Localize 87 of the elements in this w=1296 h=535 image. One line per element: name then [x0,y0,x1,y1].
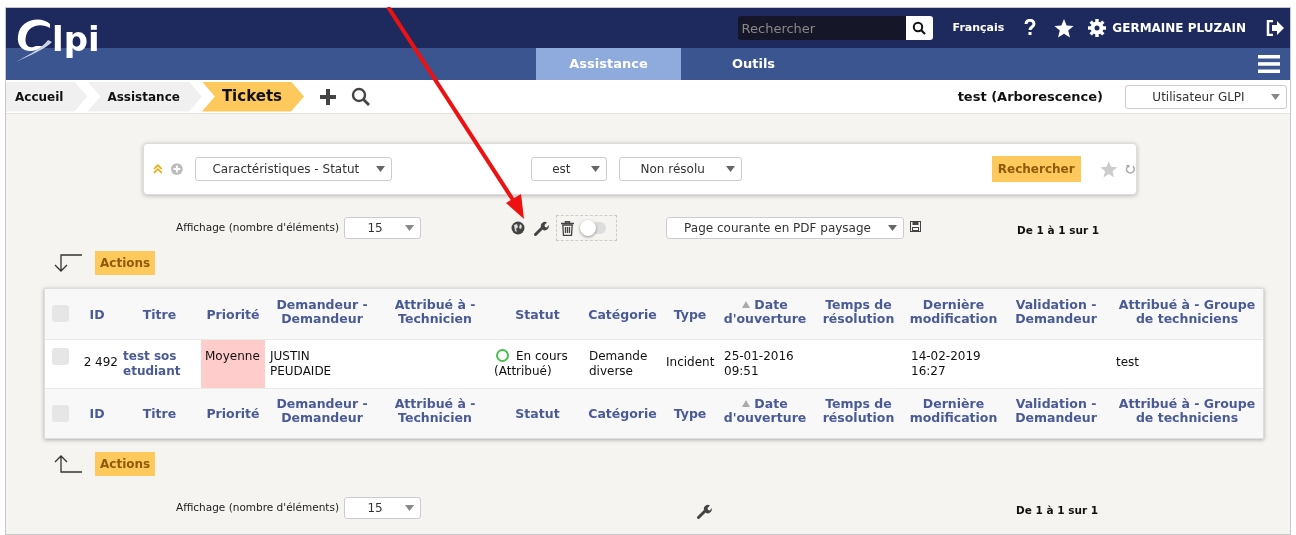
dropdown-caret-icon [888,225,898,231]
column-header[interactable]: Validation - Demandeur [1003,297,1109,326]
search-button[interactable] [905,16,933,40]
id-cell: 2 492 [83,354,118,370]
column-header[interactable]: Date d'ouverture [721,397,809,426]
trash-icon[interactable] [561,220,575,236]
column-header[interactable]: Catégorie [588,407,657,422]
column-header[interactable]: Demandeur - Demandeur [267,397,377,426]
language-link[interactable]: Français [952,19,1005,37]
column-header[interactable]: Attribué à - Technicien [381,297,489,326]
search-icon [912,21,927,35]
breadcrumb-link[interactable]: Tickets [201,81,304,112]
menu-tab[interactable]: Outils [681,48,826,80]
column-header[interactable]: ID [89,407,105,422]
column-header[interactable]: Statut [515,307,560,322]
search-field[interactable]: Rechercher [737,16,906,40]
pagination-label: De 1 à 1 sur 1 [1016,503,1099,519]
star-icon[interactable] [1054,18,1075,38]
pagination-label: De 1 à 1 sur 1 [1017,223,1100,239]
add-icon[interactable] [320,88,336,105]
operator-select[interactable]: est [531,157,607,181]
profile-select[interactable]: Utilisateur GLPI [1125,84,1287,109]
requester-cell-text: JUSTIN PEUDAIDE [270,348,333,379]
dropdown-caret-icon [1271,93,1280,100]
column-header[interactable]: Temps de résolution [813,297,904,326]
globe-icon[interactable] [511,221,526,235]
field-select[interactable]: Caractéristiques - Statut [194,157,393,181]
search-icon[interactable] [351,87,370,106]
column-header[interactable]: Demandeur - Demandeur [267,297,377,326]
user-name-link[interactable]: GERMAINE PLUZAIN [1112,19,1246,37]
search-button[interactable]: Rechercher [991,156,1081,182]
value-select[interactable]: Non résolu [618,157,742,181]
settings-icon[interactable] [1088,19,1107,37]
priority-cell: Moyenne [201,339,265,388]
column-header[interactable]: Priorité [206,407,260,422]
checkbox[interactable] [52,347,69,365]
sort-ascending-icon [742,400,751,408]
dropdown-caret-icon [376,166,386,172]
breadcrumb-link[interactable]: Assistance [87,81,202,112]
entity-label: test (Arborescence) [957,87,1103,106]
column-header[interactable]: Attribué à - Groupe de techniciens [1113,397,1261,426]
actions-button[interactable]: Actions [95,251,156,275]
column-header[interactable]: Dernière modification [908,397,999,426]
wrench-icon[interactable] [534,220,550,236]
display-count-label: Affichage (nombre d'éléments) [176,220,340,236]
arrow-up-left-icon [53,454,83,474]
dropdown-caret-icon [725,166,735,172]
breadcrumb-link[interactable]: Accueil [6,81,88,112]
column-header[interactable]: Catégorie [588,307,657,322]
group-cell: test [1116,354,1140,370]
modification-date-cell-text: 14-02-2019 16:27 [911,348,982,379]
status-cell-text: En cours (Attribué) [494,348,569,379]
column-header[interactable]: Attribué à - Technicien [381,397,489,426]
opening-date-cell-text: 25-01-2016 09:51 [724,348,795,379]
save-icon[interactable] [910,220,922,232]
logo-text: lpi [52,22,100,56]
help-icon[interactable] [1024,19,1037,37]
column-header[interactable]: Titre [142,307,177,322]
column-header[interactable]: Type [673,307,707,322]
column-header[interactable]: Dernière modification [908,297,999,326]
dropdown-caret-icon [590,166,600,172]
column-header[interactable]: ID [89,307,105,322]
dropdown-caret-icon [405,225,415,231]
arrow-down-left-icon [53,253,83,273]
star-icon[interactable] [1099,160,1118,178]
category-cell-text: Demande diverse [589,348,649,379]
column-header[interactable]: Type [673,407,707,422]
column-header[interactable]: Statut [515,407,560,422]
type-cell: Incident [666,354,715,370]
ticket-title-link[interactable]: test sos etudiant [123,348,196,379]
actions-button[interactable]: Actions [95,452,156,476]
column-header[interactable]: Validation - Demandeur [1003,397,1109,426]
column-header[interactable]: Attribué à - Groupe de techniciens [1113,297,1261,326]
wrench-icon[interactable] [697,503,713,519]
display-count-select[interactable]: 15 [344,497,422,519]
sort-ascending-icon [742,300,751,308]
display-count-select[interactable]: 15 [344,217,422,239]
logout-icon[interactable] [1266,20,1284,36]
column-header[interactable]: Temps de résolution [813,397,904,426]
display-count-label: Affichage (nombre d'éléments) [176,500,340,516]
column-header[interactable]: Priorité [206,307,260,322]
toggle-switch[interactable] [582,222,607,234]
export-select[interactable]: Page courante en PDF paysage [666,217,905,239]
column-header[interactable]: Date d'ouverture [721,297,809,326]
column-header[interactable]: Titre [142,407,177,422]
menu-icon[interactable] [1258,55,1280,73]
dropdown-caret-icon [405,505,415,511]
